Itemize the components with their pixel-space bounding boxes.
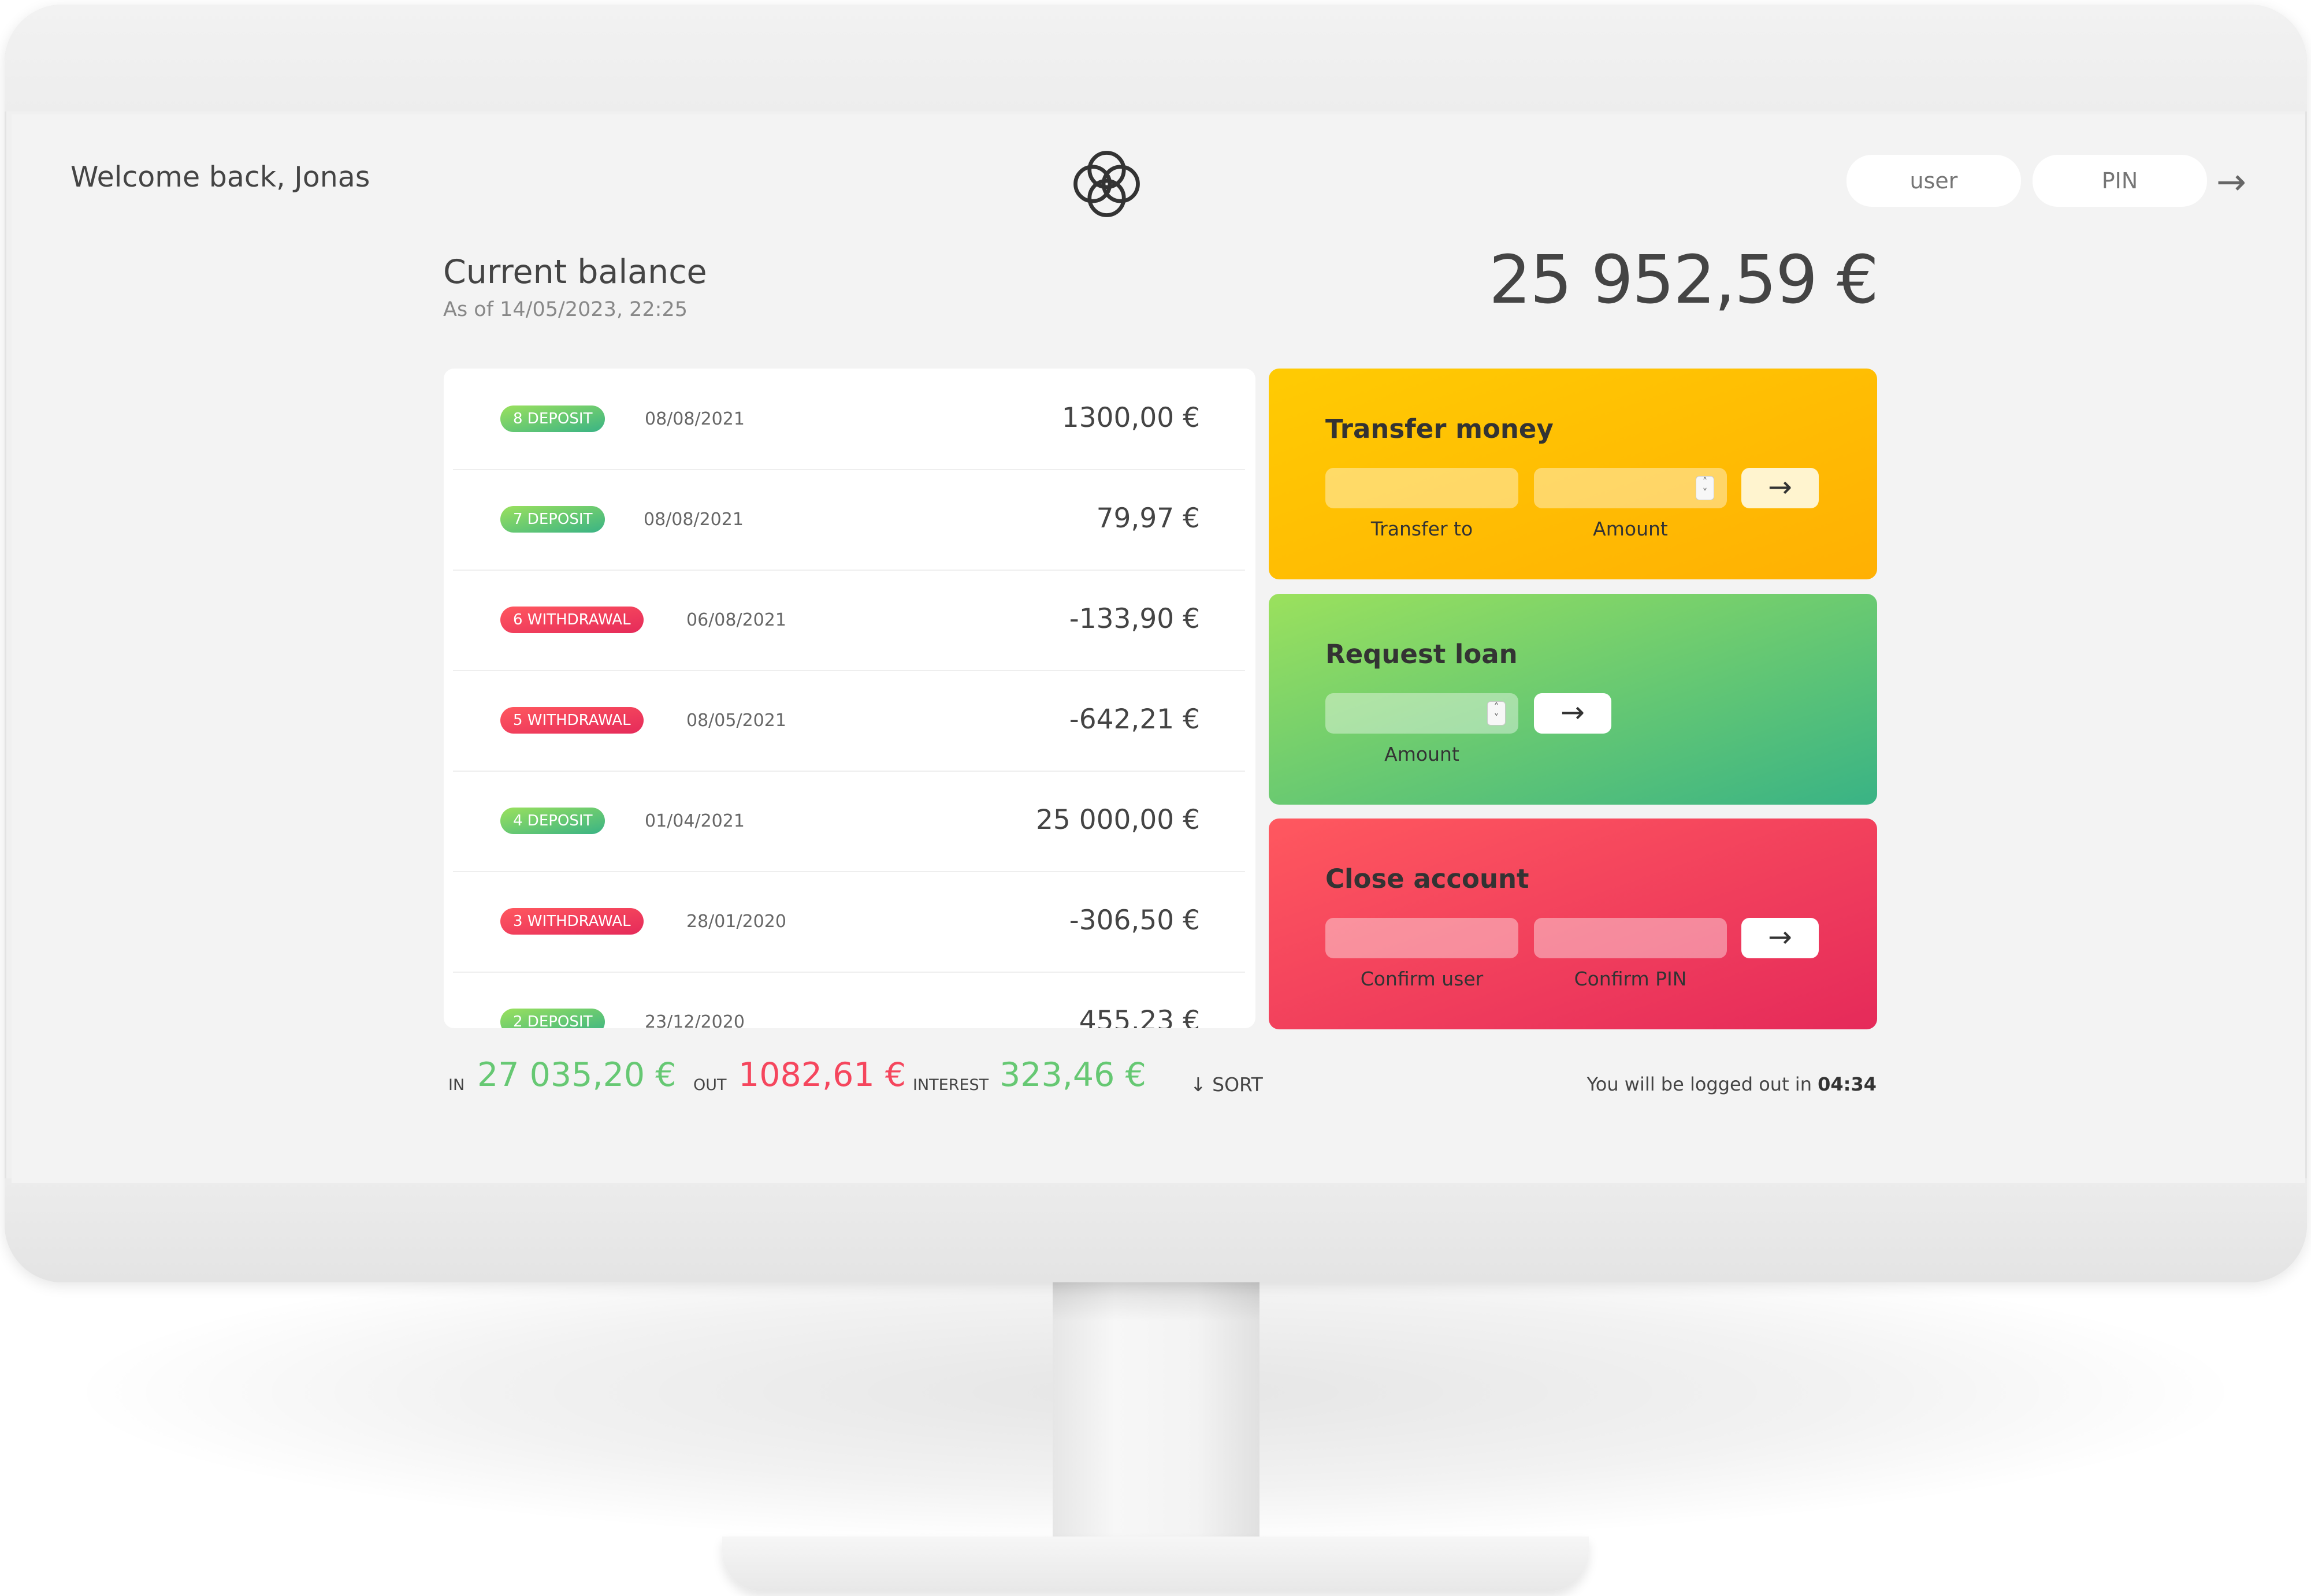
movement-date: 08/08/2021: [644, 509, 744, 530]
monitor-chin: [5, 1178, 2307, 1282]
transfer-panel: Transfer money ˄ ˅ → Transfer to Amount: [1269, 369, 1877, 579]
transfer-title: Transfer money: [1325, 414, 1554, 444]
number-spinner-icon[interactable]: ˄ ˅: [1696, 476, 1714, 500]
transfer-amount-label: Amount: [1593, 518, 1668, 540]
loan-amount-input[interactable]: ˄ ˅: [1325, 693, 1518, 734]
movement-type-badge: 6 WITHDRAWAL: [500, 607, 644, 633]
close-user-label: Confirm user: [1360, 968, 1484, 990]
loan-panel: Request loan ˄ ˅ → Amount: [1269, 594, 1877, 805]
monitor-bezel-top: [5, 5, 2307, 111]
app-screen: Welcome back, Jonas → Current balance As…: [12, 114, 2305, 1183]
movement-date: 01/04/2021: [645, 811, 745, 831]
movement-row: 4 DEPOSIT 01/04/2021 25 000,00 €: [453, 771, 1245, 872]
sort-button[interactable]: ↓ SORT: [1190, 1073, 1263, 1096]
summary-out-label: Out: [693, 1076, 727, 1094]
summary-out-value: 1082,61 €: [738, 1056, 906, 1094]
movement-type-badge: 3 WITHDRAWAL: [500, 908, 644, 935]
movement-type-badge: 4 DEPOSIT: [500, 808, 605, 834]
summary-in-label: In: [448, 1076, 465, 1094]
movement-value: 1300,00 €: [1061, 402, 1200, 434]
logo-icon: [1073, 151, 1140, 217]
monitor-frame: Welcome back, Jonas → Current balance As…: [5, 5, 2307, 1282]
movement-type-badge: 5 WITHDRAWAL: [500, 707, 644, 734]
movement-row: 5 WITHDRAWAL 08/05/2021 -642,21 €: [453, 670, 1245, 772]
movement-date: 23/12/2020: [645, 1012, 745, 1028]
movement-type-badge: 7 DEPOSIT: [500, 506, 605, 533]
login-button[interactable]: →: [2216, 161, 2246, 203]
summary-interest-value: 323,46 €: [1000, 1056, 1146, 1094]
transfer-submit-button[interactable]: →: [1741, 468, 1819, 508]
movement-value: 25 000,00 €: [1035, 804, 1200, 836]
movement-value: -306,50 €: [1069, 905, 1200, 936]
monitor-stand-base: [722, 1537, 1589, 1591]
movement-row: 3 WITHDRAWAL 28/01/2020 -306,50 €: [453, 871, 1245, 973]
number-spinner-icon[interactable]: ˄ ˅: [1487, 701, 1506, 726]
movement-date: 08/05/2021: [686, 710, 786, 731]
summary-interest-label: Interest: [913, 1076, 989, 1094]
movement-row: 7 DEPOSIT 08/08/2021 79,97 €: [453, 469, 1245, 571]
movement-date: 06/08/2021: [686, 610, 786, 630]
movement-value: 455,23 €: [1079, 1005, 1200, 1028]
close-submit-button[interactable]: →: [1741, 918, 1819, 958]
movements-list: 8 DEPOSIT 08/08/2021 1300,00 € 7 DEPOSIT…: [444, 369, 1255, 1028]
transfer-amount-input[interactable]: ˄ ˅: [1534, 468, 1727, 508]
movement-date: 08/08/2021: [645, 409, 745, 429]
movement-value: -133,90 €: [1069, 603, 1200, 635]
movement-value: -642,21 €: [1069, 704, 1200, 735]
logout-timer-value: 04:34: [1818, 1073, 1877, 1095]
close-account-panel: Close account → Confirm user Confirm PIN: [1269, 819, 1877, 1029]
movement-type-badge: 8 DEPOSIT: [500, 405, 605, 432]
loan-submit-button[interactable]: →: [1534, 693, 1611, 734]
welcome-message: Welcome back, Jonas: [70, 161, 370, 194]
logout-timer-text: You will be logged out in: [1587, 1073, 1812, 1095]
loan-title: Request loan: [1325, 639, 1518, 669]
close-pin-input[interactable]: [1534, 918, 1727, 958]
movement-row: 6 WITHDRAWAL 06/08/2021 -133,90 €: [453, 570, 1245, 671]
logout-timer: You will be logged out in 04:34: [1410, 1073, 1877, 1095]
close-account-title: Close account: [1325, 864, 1529, 894]
login-user-input[interactable]: [1846, 155, 2021, 207]
close-pin-label: Confirm PIN: [1574, 968, 1687, 990]
close-user-input[interactable]: [1325, 918, 1518, 958]
movement-row: 2 DEPOSIT 23/12/2020 455,23 €: [453, 972, 1245, 1028]
loan-amount-label: Amount: [1384, 743, 1459, 765]
monitor-stand-neck: [1053, 1281, 1259, 1561]
balance-date: As of 14/05/2023, 22:25: [443, 298, 688, 321]
movement-date: 28/01/2020: [686, 912, 786, 932]
balance-label: Current balance: [443, 253, 707, 291]
login-pin-input[interactable]: [2033, 155, 2207, 207]
transfer-to-label: Transfer to: [1370, 518, 1473, 540]
summary-in-value: 27 035,20 €: [477, 1056, 677, 1094]
movement-row: 8 DEPOSIT 08/08/2021 1300,00 €: [453, 369, 1245, 470]
transfer-to-input[interactable]: [1325, 468, 1518, 508]
movement-value: 79,97 €: [1096, 503, 1200, 534]
balance-value: 25 952,59 €: [1489, 241, 1879, 319]
movement-type-badge: 2 DEPOSIT: [500, 1009, 605, 1028]
